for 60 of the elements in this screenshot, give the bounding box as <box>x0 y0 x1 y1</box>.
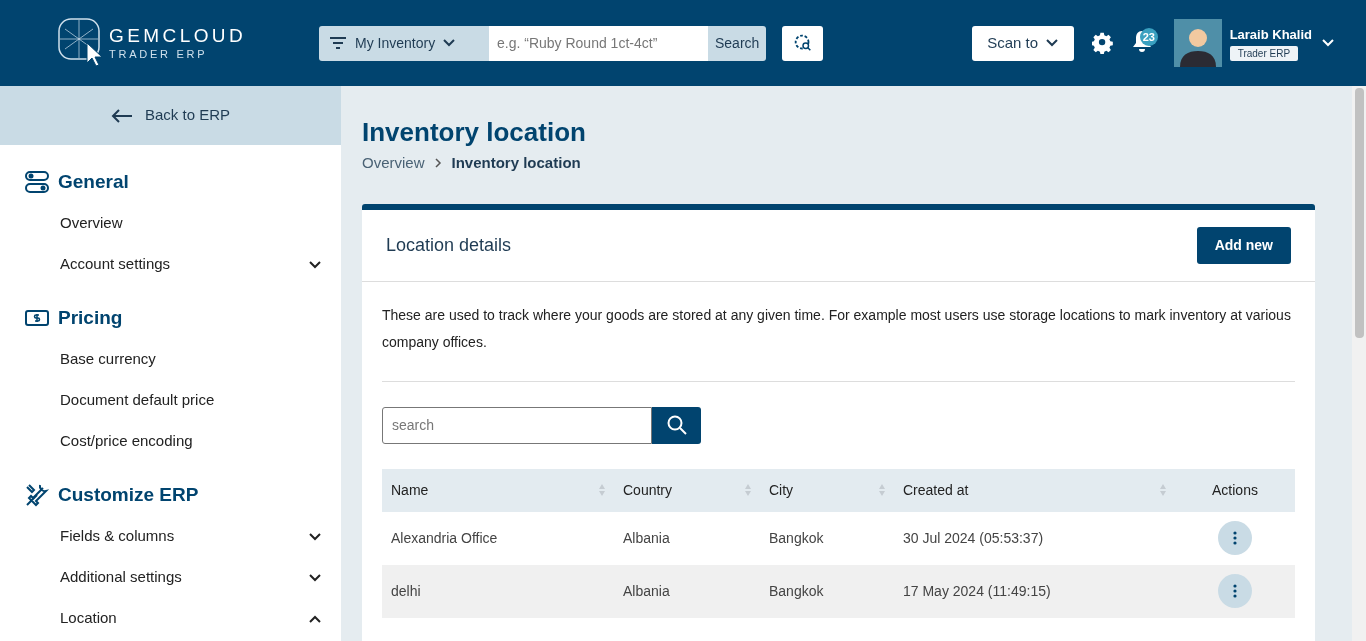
row-actions-button[interactable] <box>1218 521 1252 555</box>
row-actions-button[interactable] <box>1218 574 1252 608</box>
breadcrumb-link[interactable]: Overview <box>362 152 425 175</box>
page-title: Inventory location <box>362 116 587 148</box>
breadcrumb-link[interactable]: Inventory location <box>451 152 581 175</box>
chevron-down-icon <box>1322 39 1334 47</box>
scope-dropdown[interactable]: My Inventory <box>319 25 489 61</box>
table-cell: Alexandria Office <box>382 511 614 565</box>
table-cell: Albania <box>614 564 760 618</box>
settings-search-button[interactable] <box>782 25 824 61</box>
chevron-right-icon <box>434 158 442 169</box>
settings-icon[interactable] <box>1091 32 1114 54</box>
logo-title: GEMCLOUD <box>109 26 247 45</box>
sidebar-item[interactable]: Additional settings <box>0 557 341 598</box>
add-new-button[interactable]: Add new <box>1196 226 1291 264</box>
user-name: Laraib Khalid <box>1229 25 1312 44</box>
back-link[interactable]: Back to ERP <box>0 86 341 145</box>
search-button[interactable]: Search <box>708 25 767 61</box>
table-cell: Albania <box>614 511 760 565</box>
toggles-icon <box>24 169 50 195</box>
logo-subtitle: TRADER ERP <box>109 49 209 60</box>
table-cell: 17 May 2024 (11:49:15) <box>894 564 1175 618</box>
notification-count: 23 <box>1139 28 1158 46</box>
table-cell: Bangkok <box>760 564 894 618</box>
column-header[interactable]: Created at <box>894 468 1175 512</box>
search-input[interactable]: e.g. “Ruby Round 1ct-4ct” <box>489 25 708 61</box>
sidebar-item[interactable]: Location <box>0 598 341 639</box>
section-heading: General <box>58 169 129 194</box>
sidebar-item[interactable]: Fields & columns <box>0 516 341 557</box>
search-input[interactable]: search <box>382 406 652 444</box>
avatar-silhouette[interactable] <box>1173 19 1222 67</box>
section-heading: Pricing <box>58 305 123 330</box>
filter-icon <box>329 36 347 50</box>
table-cell: 30 Jul 2024 (05:53:37) <box>894 511 1175 565</box>
table-cell: delhi <box>382 564 614 618</box>
column-header[interactable]: Name <box>382 468 614 512</box>
column-header: Actions <box>1175 468 1295 512</box>
chevron-down-icon <box>443 39 456 47</box>
sidebar-item[interactable]: Overview <box>0 203 341 244</box>
sidebar-item[interactable]: Cost/price encoding <box>0 421 341 462</box>
search-icon <box>666 415 687 435</box>
sidebar-item[interactable]: Base currency <box>0 339 341 380</box>
sidebar-item[interactable]: Document default price <box>0 380 341 421</box>
table-cell: Bangkok <box>760 511 894 565</box>
chevron-down-icon <box>1046 39 1059 47</box>
section-heading: Customize ERP <box>58 482 199 507</box>
description-text: These are used to track where your goods are stored at any given time. For example most users use storage locations to mark inventory at various company offices. <box>382 281 1295 382</box>
gem-logo-icon <box>57 17 103 69</box>
more-icon <box>1233 584 1237 598</box>
scrollbar[interactable] <box>1352 86 1366 641</box>
scan-to-button[interactable]: Scan to <box>971 25 1074 61</box>
tools-icon <box>24 482 50 508</box>
arrow-left-icon <box>110 107 133 124</box>
user-role-badge: Trader ERP <box>1229 46 1299 62</box>
sidebar-item[interactable]: Account settings <box>0 244 341 285</box>
search-button[interactable] <box>652 406 701 444</box>
column-header[interactable]: City <box>760 468 894 512</box>
more-icon <box>1233 531 1237 545</box>
card-title: Location details <box>386 233 512 257</box>
column-header[interactable]: Country <box>614 468 760 512</box>
